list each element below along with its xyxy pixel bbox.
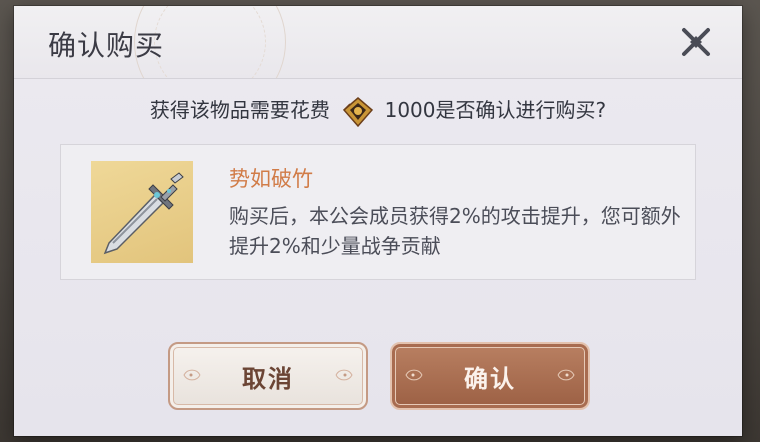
close-button[interactable] (676, 22, 716, 62)
dialog-header: 确认购买 (14, 6, 742, 79)
question-suffix: 是否确认进行购买? (435, 98, 607, 122)
cost-question: 获得该物品需要花费 1000是否确认进行购买? (14, 94, 742, 128)
item-image (91, 161, 193, 263)
ornament-left-icon (405, 369, 423, 381)
question-prefix: 获得该物品需要花费 (149, 98, 330, 122)
cost-amount: 1000 (384, 98, 436, 122)
ornament-right-icon (557, 369, 575, 381)
close-icon (682, 28, 710, 56)
header-ornament-inner (154, 6, 266, 78)
confirm-label: 确认 (464, 364, 516, 393)
confirm-button[interactable]: 确认 (390, 342, 590, 410)
purchase-confirm-dialog: 确认购买 获得该物品需要花费 1000是否确认进行购买? 势如破竹 购买后，本公… (14, 6, 742, 436)
guild-coin-icon (343, 96, 374, 127)
ornament-left-icon (183, 369, 201, 381)
item-description: 购买后，本公会成员获得2%的攻击提升，您可额外提升2%和少量战争贡献 (229, 204, 681, 258)
cancel-button[interactable]: 取消 (168, 342, 368, 410)
ornament-right-icon (335, 369, 353, 381)
sword-icon (103, 172, 184, 255)
item-name: 势如破竹 (229, 167, 313, 191)
cancel-label: 取消 (242, 364, 294, 393)
item-panel: 势如破竹 购买后，本公会成员获得2%的攻击提升，您可额外提升2%和少量战争贡献 (60, 144, 696, 280)
dialog-title: 确认购买 (48, 29, 165, 62)
